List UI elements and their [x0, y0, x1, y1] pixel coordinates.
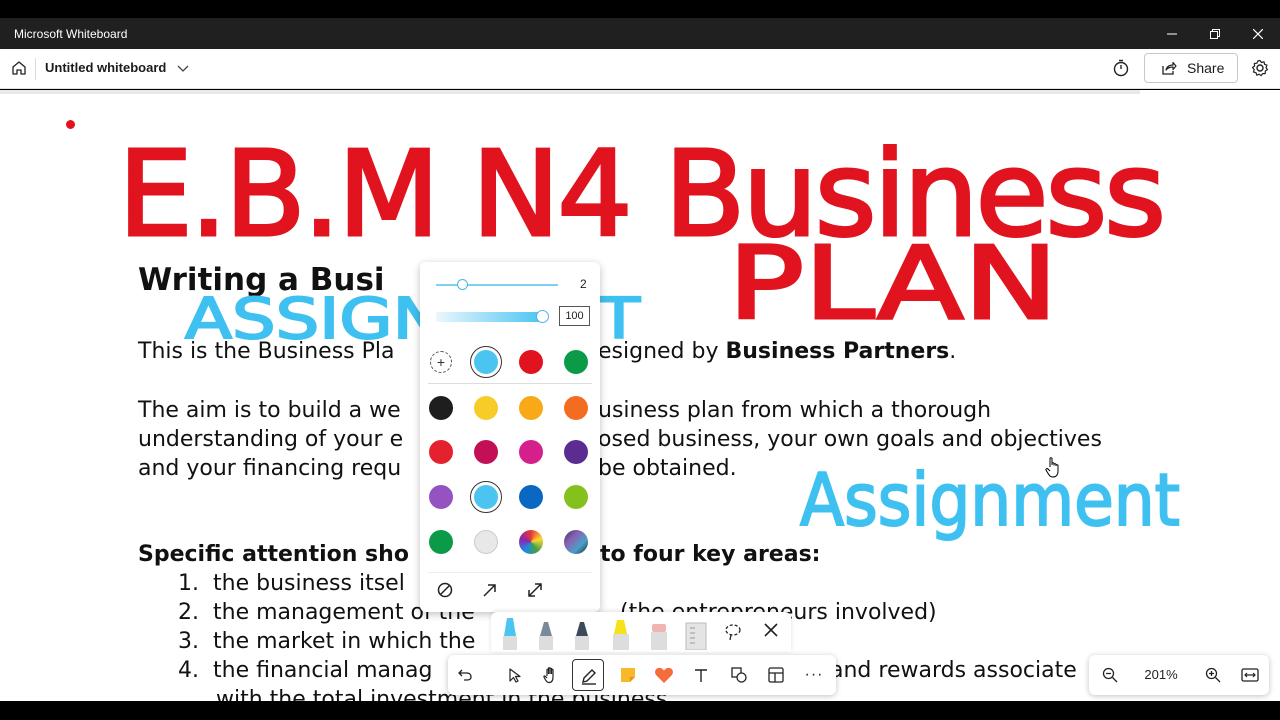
pen-settings-panel: 2 100 +: [420, 262, 600, 612]
color-swatch[interactable]: [564, 530, 588, 554]
thickness-slider-thumb[interactable]: [457, 279, 468, 290]
title-bar: Microsoft Whiteboard: [0, 18, 1280, 49]
restore-icon: [1210, 28, 1220, 39]
undo-icon: [458, 669, 472, 681]
templates-button[interactable]: [764, 663, 788, 687]
highlighter-icon[interactable]: [609, 618, 633, 650]
color-swatch[interactable]: [429, 396, 453, 420]
zoom-level[interactable]: 201%: [1144, 667, 1178, 682]
close-icon: [1253, 28, 1263, 39]
palette-divider: [428, 383, 592, 384]
toolbar-divider: [35, 58, 36, 80]
hand-icon: [543, 667, 554, 684]
color-swatch[interactable]: [429, 530, 453, 554]
heart-icon: [655, 667, 673, 683]
shapes-icon: [731, 667, 747, 683]
color-swatch[interactable]: [519, 350, 543, 374]
eraser-icon[interactable]: [647, 620, 671, 650]
zoom-out-icon: [1102, 667, 1118, 683]
timer-icon[interactable]: [1111, 58, 1131, 78]
color-swatch[interactable]: [470, 481, 502, 513]
color-swatch[interactable]: [474, 440, 498, 464]
chevron-down-icon[interactable]: [175, 60, 191, 76]
opacity-slider[interactable]: [436, 312, 542, 322]
color-swatch[interactable]: [474, 396, 498, 420]
pen-blue-icon[interactable]: [499, 616, 521, 650]
main-toolbar: ···: [448, 655, 836, 695]
pen-dark-icon[interactable]: [571, 620, 593, 650]
lasso-icon[interactable]: [723, 622, 743, 642]
app-frame: Microsoft Whiteboard Untitled whiteboard…: [0, 0, 1280, 720]
thickness-slider[interactable]: [436, 284, 558, 286]
whiteboard-canvas[interactable]: Writing a Busi This is the Business Pla …: [0, 90, 1280, 701]
ruler-icon[interactable]: [683, 620, 709, 650]
color-swatch[interactable]: [519, 440, 543, 464]
letterbox-bottom: [0, 701, 1280, 720]
hand-cursor-icon: [1045, 457, 1059, 478]
zoom-in-icon: [1205, 667, 1221, 683]
zoom-in-button[interactable]: [1201, 663, 1225, 687]
restore-button[interactable]: [1193, 18, 1237, 49]
plus-icon: +: [436, 354, 446, 370]
color-swatch[interactable]: [564, 440, 588, 464]
close-icon[interactable]: [763, 622, 779, 638]
fit-to-screen-button[interactable]: [1238, 663, 1262, 687]
whiteboard-title[interactable]: Untitled whiteboard: [45, 60, 166, 75]
share-label: Share: [1187, 60, 1225, 76]
thickness-value: 2: [580, 277, 587, 291]
fit-screen-icon: [1241, 668, 1259, 682]
home-button[interactable]: [9, 58, 29, 78]
color-swatch[interactable]: [519, 530, 543, 554]
close-window-button[interactable]: [1236, 18, 1280, 49]
color-swatch[interactable]: [474, 530, 498, 554]
home-icon: [12, 61, 26, 75]
pen-tray: [491, 612, 791, 652]
opacity-value[interactable]: 100: [559, 306, 590, 326]
text-tool-button[interactable]: [689, 663, 713, 687]
zoom-out-button[interactable]: [1098, 663, 1122, 687]
shapes-button[interactable]: [727, 663, 751, 687]
no-arrow-icon[interactable]: [435, 580, 455, 600]
color-swatch[interactable]: [564, 350, 588, 374]
gear-icon[interactable]: [1250, 58, 1270, 78]
more-icon: ···: [804, 666, 824, 683]
color-swatch[interactable]: [519, 396, 543, 420]
arrow-end-icon[interactable]: [480, 580, 500, 600]
ink-layer: E.B.M N4 Business PLAN ASSIGNMENT Assign…: [117, 124, 1182, 544]
color-swatch[interactable]: [519, 485, 543, 509]
color-swatch[interactable]: [429, 440, 453, 464]
more-options-button[interactable]: ···: [802, 663, 826, 687]
share-icon: [1162, 61, 1177, 75]
sticky-note-icon: [621, 668, 635, 682]
minimize-icon: [1167, 33, 1177, 34]
reactions-button[interactable]: [652, 663, 676, 687]
add-color-button[interactable]: +: [430, 351, 452, 373]
pen-gray-icon[interactable]: [535, 620, 557, 650]
ink-title-line2: PLAN: [728, 225, 1058, 342]
opacity-slider-thumb[interactable]: [536, 310, 549, 323]
color-swatch[interactable]: [470, 346, 502, 378]
pan-tool-button[interactable]: [539, 663, 563, 687]
share-button[interactable]: Share: [1144, 53, 1238, 83]
text-icon: [695, 669, 707, 682]
zoom-controls: 201%: [1089, 655, 1269, 695]
palette-divider: [428, 572, 592, 573]
pen-icon: [582, 669, 596, 685]
select-tool-button[interactable]: [503, 663, 527, 687]
cursor-icon: [509, 668, 521, 683]
undo-button[interactable]: [453, 663, 477, 687]
inking-tool-button[interactable]: [572, 659, 604, 691]
arrow-both-icon[interactable]: [525, 580, 545, 600]
templates-icon: [768, 667, 784, 683]
color-swatch[interactable]: [564, 485, 588, 509]
color-swatch[interactable]: [564, 396, 588, 420]
color-swatch[interactable]: [429, 485, 453, 509]
sticky-note-button[interactable]: [616, 663, 640, 687]
top-toolbar: Untitled whiteboard Share: [0, 49, 1280, 89]
ink-assignment-2: Assignment: [800, 458, 1180, 542]
app-title: Microsoft Whiteboard: [14, 27, 128, 41]
minimize-button[interactable]: [1150, 18, 1194, 49]
